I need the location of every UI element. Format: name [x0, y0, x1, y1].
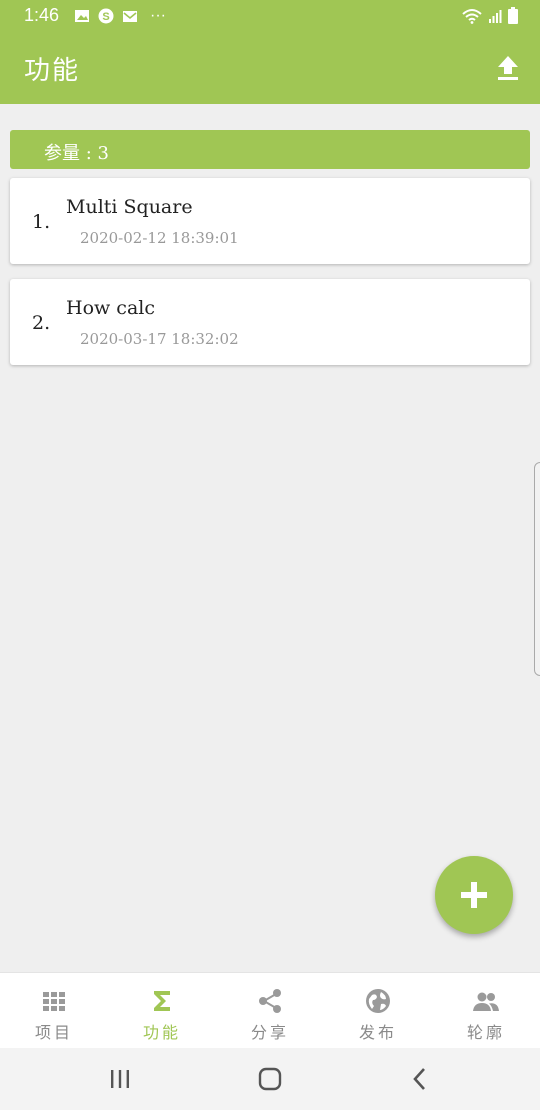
list-item-date: 2020-03-17 18:32:02: [80, 330, 239, 348]
nav-label: 轮廓: [466, 1023, 505, 1042]
status-system-icons: [462, 7, 518, 24]
image-icon: [75, 10, 89, 22]
skype-icon: S: [98, 8, 114, 24]
globe-icon: [366, 989, 390, 1013]
page-title: 功能: [24, 56, 81, 86]
nav-item-projects[interactable]: 项目: [0, 973, 108, 1049]
nav-item-publish[interactable]: 发布: [324, 973, 432, 1049]
list-item-title: Multi Square: [66, 196, 193, 218]
mail-icon: [123, 11, 137, 22]
list-item-index: 2.: [32, 312, 51, 334]
status-bar: 1:46 S ···: [0, 0, 540, 32]
home-icon[interactable]: [255, 1066, 285, 1092]
nav-item-functions[interactable]: 功能: [108, 973, 216, 1049]
plus-icon: [461, 882, 487, 908]
item-count-header: 参量 : 3: [10, 130, 530, 169]
list-item[interactable]: 2. How calc 2020-03-17 18:32:02: [10, 279, 530, 365]
nav-label: 项目: [34, 1023, 73, 1042]
status-time: 1:46: [24, 5, 60, 25]
status-notification-icons: S ···: [74, 7, 166, 25]
nav-item-profile[interactable]: 轮廓: [432, 973, 540, 1049]
bottom-navigation: 项目 功能 分享 发布 轮廓: [0, 972, 540, 1049]
list-item-date: 2020-02-12 18:39:01: [80, 229, 239, 247]
svg-text:S: S: [102, 11, 109, 23]
list-item-index: 1.: [32, 211, 51, 233]
nav-label: 功能: [142, 1023, 181, 1042]
list-item[interactable]: 1. Multi Square 2020-02-12 18:39:01: [10, 178, 530, 264]
people-icon: [473, 992, 499, 1011]
item-count-label: 参量 : 3: [44, 143, 109, 164]
nav-item-share[interactable]: 分享: [216, 973, 324, 1049]
wifi-icon: [462, 8, 482, 24]
nav-label: 分享: [250, 1023, 289, 1042]
share-icon: [259, 989, 281, 1013]
edge-panel-handle[interactable]: [534, 462, 540, 676]
app-bar: 功能: [0, 32, 540, 104]
battery-icon: [508, 7, 518, 24]
nav-label: 发布: [358, 1023, 397, 1042]
sigma-icon: [154, 991, 170, 1011]
more-notifications: ···: [150, 7, 166, 24]
list-item-title: How calc: [66, 297, 155, 319]
recents-icon[interactable]: [105, 1066, 135, 1092]
signal-icon: [489, 9, 502, 23]
back-icon[interactable]: [405, 1066, 435, 1092]
add-button[interactable]: [435, 856, 513, 934]
upload-icon[interactable]: [496, 54, 520, 82]
grid-icon: [43, 992, 65, 1011]
system-navigation-bar: [0, 1048, 540, 1110]
